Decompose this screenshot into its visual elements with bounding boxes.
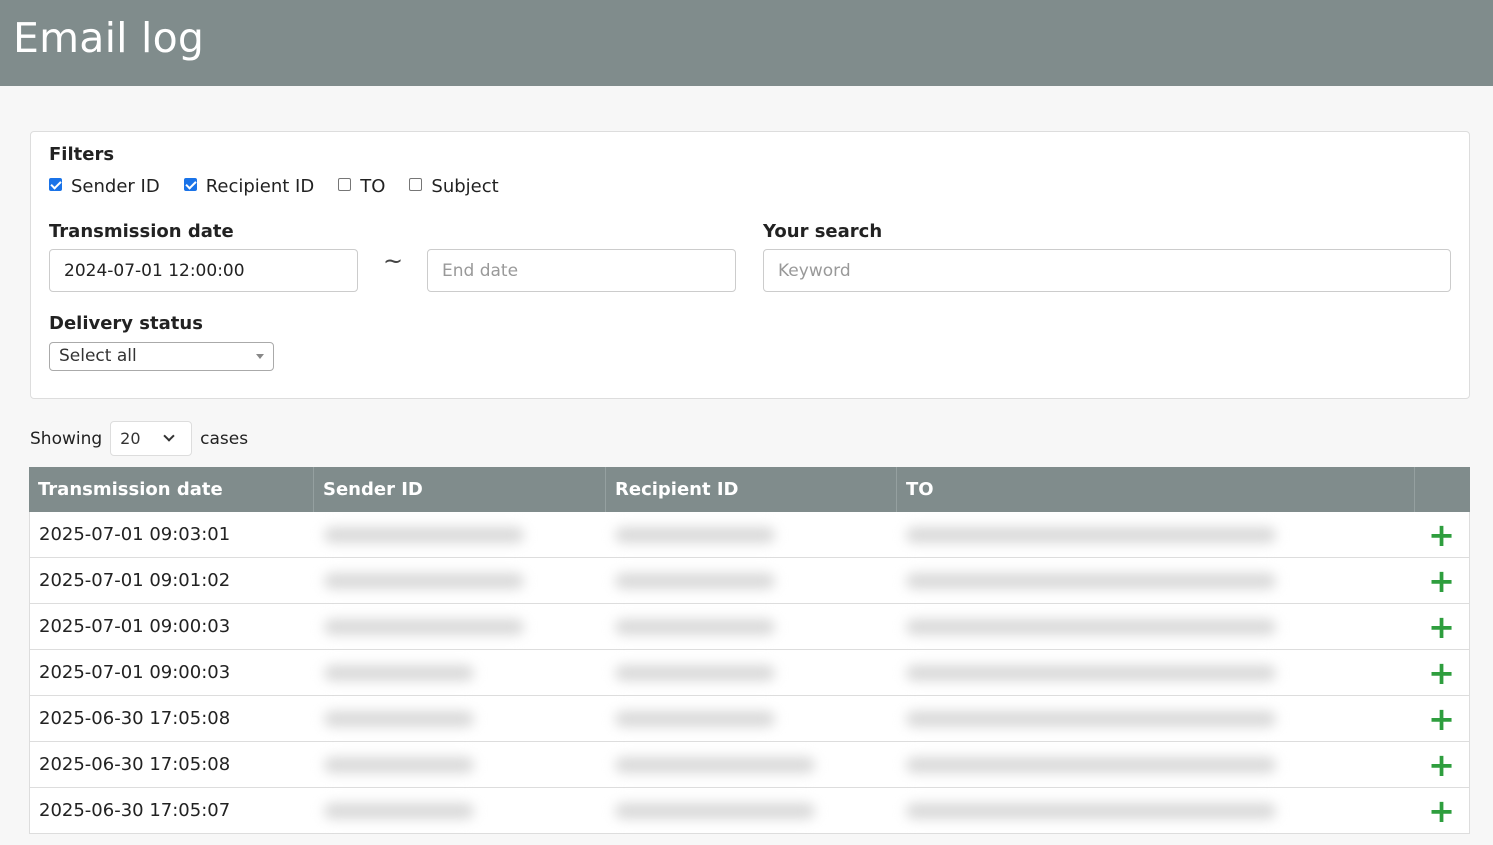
delivery-status-label: Delivery status: [49, 313, 203, 334]
to-cell-redacted: [897, 802, 1414, 819]
table-header: Transmission date Sender ID Recipient ID…: [29, 467, 1470, 512]
sender-id-cell-redacted: [315, 664, 607, 681]
column-header-actions: [1415, 467, 1470, 512]
recipient-id-cell-redacted: [606, 710, 897, 727]
transmission-date-cell: 2025-07-01 09:01:02: [39, 570, 231, 591]
filter-panel: Filters Sender ID Recipient ID TO Subjec…: [30, 131, 1470, 399]
to-cell-redacted: [897, 526, 1414, 543]
table-row: 2025-07-01 09:00:03 +: [30, 604, 1469, 650]
chevron-down-icon: [163, 430, 175, 442]
filters-heading: Filters: [49, 144, 115, 165]
checkbox-recipient-id[interactable]: Recipient ID: [183, 176, 315, 197]
table-row: 2025-06-30 17:05:08 +: [30, 742, 1469, 788]
sender-id-cell-redacted: [315, 710, 607, 727]
column-header-transmission-date[interactable]: Transmission date: [29, 467, 314, 512]
transmission-date-cell: 2025-06-30 17:05:08: [39, 708, 231, 729]
to-cell-redacted: [897, 756, 1414, 773]
transmission-date-cell: 2025-06-30 17:05:07: [39, 800, 231, 821]
delivery-status-value: Select all: [59, 346, 137, 366]
transmission-date-label: Transmission date: [49, 221, 234, 242]
checkbox-checked-icon[interactable]: [183, 178, 197, 191]
table-row: 2025-07-01 09:03:01 +: [30, 512, 1469, 558]
recipient-id-cell-redacted: [606, 618, 897, 635]
expand-row-plus-icon[interactable]: +: [1414, 703, 1469, 735]
to-cell-redacted: [897, 664, 1414, 681]
start-date-input[interactable]: [49, 249, 358, 292]
column-header-to[interactable]: TO: [897, 467, 1415, 512]
sender-id-cell-redacted: [315, 572, 607, 589]
column-header-recipient-id[interactable]: Recipient ID: [606, 467, 897, 512]
sender-id-cell-redacted: [315, 526, 607, 543]
search-label: Your search: [763, 221, 883, 242]
to-cell-redacted: [897, 710, 1414, 727]
expand-row-plus-icon[interactable]: +: [1414, 565, 1469, 597]
recipient-id-cell-redacted: [606, 756, 897, 773]
table-row: 2025-07-01 09:00:03 +: [30, 650, 1469, 696]
date-range-separator: ~: [383, 247, 404, 275]
recipient-id-cell-redacted: [606, 664, 897, 681]
table-row: 2025-06-30 17:05:07 +: [30, 788, 1469, 834]
recipient-id-cell-redacted: [606, 526, 897, 543]
transmission-date-cell: 2025-07-01 09:03:01: [39, 524, 231, 545]
page-length-value: 20: [120, 429, 141, 448]
table-row: 2025-06-30 17:05:08 +: [30, 696, 1469, 742]
search-input[interactable]: [763, 249, 1451, 292]
checkbox-label: Subject: [431, 176, 499, 197]
table-body: 2025-07-01 09:03:01 + 2025-07-01 09:01:0…: [29, 512, 1470, 834]
recipient-id-cell-redacted: [606, 572, 897, 589]
table-row: 2025-07-01 09:01:02 +: [30, 558, 1469, 604]
delivery-status-select[interactable]: Select all: [49, 342, 274, 371]
sender-id-cell-redacted: [315, 756, 607, 773]
filter-checkbox-group: Sender ID Recipient ID TO Subject: [49, 176, 523, 197]
checkbox-unchecked-icon[interactable]: [409, 178, 423, 191]
checkbox-label: Recipient ID: [205, 176, 315, 197]
column-header-sender-id[interactable]: Sender ID: [314, 467, 606, 512]
checkbox-label: TO: [360, 176, 386, 197]
transmission-date-cell: 2025-06-30 17:05:08: [39, 754, 231, 775]
email-log-table: Transmission date Sender ID Recipient ID…: [29, 467, 1470, 834]
to-cell-redacted: [897, 618, 1414, 635]
page-header: Email log: [0, 0, 1493, 86]
checkbox-checked-icon[interactable]: [49, 178, 62, 191]
sender-id-cell-redacted: [315, 618, 607, 635]
checkbox-label: Sender ID: [71, 176, 160, 197]
transmission-date-cell: 2025-07-01 09:00:03: [39, 662, 231, 683]
expand-row-plus-icon[interactable]: +: [1414, 657, 1469, 689]
length-prefix: Showing: [30, 428, 103, 449]
checkbox-unchecked-icon[interactable]: [338, 178, 352, 191]
expand-row-plus-icon[interactable]: +: [1414, 611, 1469, 643]
page-length-control: Showing 20 cases: [30, 421, 248, 456]
page-length-select[interactable]: 20: [110, 421, 193, 456]
checkbox-subject[interactable]: Subject: [409, 176, 499, 197]
expand-row-plus-icon[interactable]: +: [1414, 519, 1469, 551]
expand-row-plus-icon[interactable]: +: [1414, 749, 1469, 781]
page-title: Email log: [13, 14, 205, 62]
dropdown-arrow-icon: [256, 354, 264, 359]
transmission-date-cell: 2025-07-01 09:00:03: [39, 616, 231, 637]
checkbox-to[interactable]: TO: [338, 176, 385, 197]
checkbox-sender-id[interactable]: Sender ID: [49, 176, 160, 197]
length-suffix: cases: [200, 428, 249, 449]
recipient-id-cell-redacted: [606, 802, 897, 819]
expand-row-plus-icon[interactable]: +: [1414, 795, 1469, 827]
sender-id-cell-redacted: [315, 802, 607, 819]
to-cell-redacted: [897, 572, 1414, 589]
end-date-input[interactable]: [427, 249, 736, 292]
